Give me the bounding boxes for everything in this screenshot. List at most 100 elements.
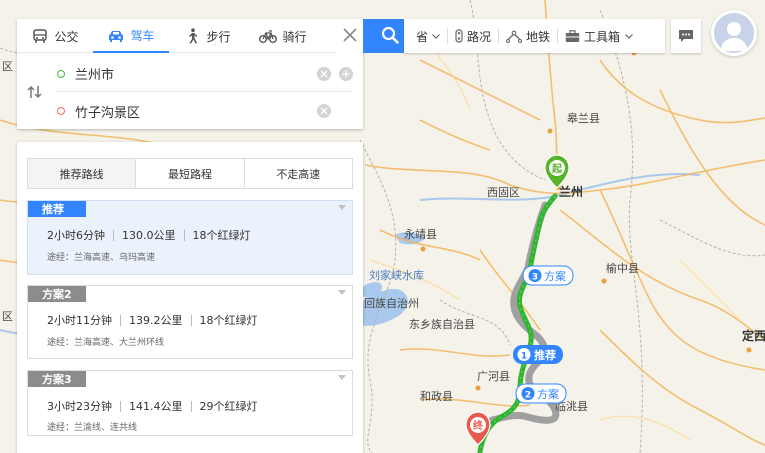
route-plan-1[interactable]: 推荐 2小时6分钟 130.0公里 18个红绿灯 途经：兰海高速、乌玛高速 [27, 200, 353, 275]
tab-bus-label: 公交 [54, 29, 79, 44]
user-avatar[interactable] [711, 10, 757, 56]
stat-divider [113, 229, 114, 241]
route-callout-2-num: 2 [525, 391, 531, 401]
label-edge-left-2: 区 [2, 310, 13, 323]
subway-label: 地铁 [526, 29, 551, 44]
subway-button[interactable]: 地铁 [499, 19, 557, 53]
label-yongjing: 永靖县 [404, 227, 437, 241]
transport-mode-tabs: 公交 驾车 步行 骑行 [17, 19, 337, 53]
tab-car[interactable]: 驾车 [93, 19, 169, 53]
tab-recommended[interactable]: 推荐路线 [28, 159, 137, 188]
plus-icon [342, 70, 350, 77]
route-plan-3[interactable]: 方案3 3小时23分钟 141.4公里 29个红绿灯 途经：兰渝线、连共线 [27, 370, 353, 436]
clear-start-button[interactable] [317, 66, 331, 81]
plan-via: 途经：兰渝线、连共线 [47, 423, 138, 433]
expand-caret-icon[interactable] [338, 290, 346, 295]
tab-walk[interactable]: 步行 [169, 19, 245, 53]
traffic-light-icon [455, 29, 463, 43]
stat-divider [190, 314, 192, 326]
route-callout-3[interactable]: 3 方案 [522, 265, 574, 286]
plan-duration: 2小时6分钟 [47, 229, 105, 242]
route-plan-2[interactable]: 方案2 2小时11分钟 139.2公里 18个红绿灯 途经：兰海高速、大兰州环线 [27, 285, 353, 359]
route-callout-3-num: 3 [532, 273, 538, 283]
plan-tag: 方案3 [28, 371, 86, 387]
toolbox-button[interactable]: 工具箱 [558, 19, 640, 53]
close-route-button[interactable] [337, 19, 363, 53]
start-dot-icon [57, 69, 65, 78]
tab-bike-label: 骑行 [282, 29, 307, 44]
route-callout-1-num: 1 [521, 352, 527, 362]
route-results-panel: 推荐路线 最短路程 不走高速 推荐 2小时6分钟 130.0公里 18个红绿灯 … [17, 142, 363, 453]
tab-shortest-label: 最短路程 [167, 167, 212, 181]
label-lanzhou: 兰州 [559, 184, 583, 199]
expand-caret-icon[interactable] [338, 375, 346, 380]
plan-distance: 141.4公里 [129, 400, 183, 413]
swap-icon [27, 85, 43, 102]
map-toolbar: 省 路况 地铁 工具箱 [404, 19, 665, 53]
add-waypoint-button[interactable] [339, 66, 353, 81]
start-field[interactable]: 兰州市 [55, 56, 353, 92]
plan-lights: 18个红绿灯 [192, 229, 251, 242]
tab-car-label: 驾车 [130, 28, 155, 43]
label-gaolan: 皋兰县 [567, 111, 600, 125]
plan-stats: 2小时11分钟 139.2公里 18个红绿灯 [47, 312, 258, 328]
label-edge-left-1: 区 [2, 60, 13, 73]
province-selector[interactable]: 省 [404, 19, 447, 53]
start-marker-label: 起 [551, 162, 563, 175]
plan-lights: 18个红绿灯 [199, 314, 258, 327]
chevron-down-icon [625, 33, 633, 39]
tab-bike[interactable]: 骑行 [245, 19, 321, 53]
stat-divider [120, 400, 121, 412]
end-marker-label: 终 [473, 419, 484, 432]
message-icon [679, 30, 693, 42]
tab-no-highway[interactable]: 不走高速 [245, 159, 352, 188]
label-guanghe: 广河县 [477, 370, 510, 383]
plan-via: 途经：兰海高速、大兰州环线 [47, 338, 165, 348]
route-callout-2-text: 方案 [537, 387, 559, 401]
plan-tag: 推荐 [28, 201, 86, 217]
label-huizu: 回族自治州 [364, 296, 419, 310]
plan-stats: 2小时6分钟 130.0公里 18个红绿灯 [47, 227, 251, 243]
plan-distance: 130.0公里 [122, 229, 176, 242]
stat-divider [190, 400, 192, 412]
plan-distance: 139.2公里 [129, 314, 183, 327]
start-input[interactable]: 兰州市 [75, 64, 309, 83]
province-label: 省 [416, 29, 429, 44]
clear-icon [320, 70, 328, 77]
clear-end-button[interactable] [317, 104, 331, 118]
end-dot-icon [57, 107, 65, 115]
tab-walk-label: 步行 [206, 29, 231, 44]
clear-icon [320, 107, 328, 115]
toolbox-label: 工具箱 [584, 29, 621, 44]
label-xigu: 西固区 [487, 186, 520, 199]
message-button[interactable] [671, 19, 701, 53]
car-icon [107, 27, 125, 43]
swap-route-button[interactable] [25, 83, 45, 103]
search-icon [381, 26, 399, 47]
tab-shortest[interactable]: 最短路程 [136, 159, 245, 188]
tab-recommended-label: 推荐路线 [59, 167, 104, 181]
tab-no-highway-label: 不走高速 [276, 167, 321, 181]
end-field[interactable]: 竹子沟景区 [55, 93, 353, 129]
route-callout-1[interactable]: 1 推荐 [513, 345, 563, 364]
label-liujiaxia: 刘家峡水库 [369, 268, 424, 282]
close-icon [343, 27, 357, 45]
route-search-panel: 公交 驾车 步行 骑行 兰州市 竹子沟景区 [17, 19, 363, 129]
plan-duration: 2小时11分钟 [47, 314, 112, 327]
stat-divider [120, 314, 121, 326]
toolbox-icon [565, 29, 580, 42]
route-callout-2[interactable]: 2 方案 [515, 383, 567, 404]
route-callout-1-text: 推荐 [534, 348, 556, 362]
walk-icon [183, 28, 201, 44]
plan-duration: 3小时23分钟 [47, 400, 112, 413]
bus-icon [31, 28, 49, 44]
plan-stats: 3小时23分钟 141.4公里 29个红绿灯 [47, 398, 258, 414]
traffic-button[interactable]: 路况 [448, 19, 498, 53]
end-input[interactable]: 竹子沟景区 [75, 102, 309, 121]
expand-caret-icon[interactable] [338, 205, 346, 210]
chevron-down-icon [432, 33, 440, 39]
label-yuzhong: 榆中县 [606, 261, 639, 275]
tab-bus[interactable]: 公交 [17, 19, 93, 53]
plan-lights: 29个红绿灯 [199, 400, 258, 413]
bike-icon [259, 28, 278, 44]
